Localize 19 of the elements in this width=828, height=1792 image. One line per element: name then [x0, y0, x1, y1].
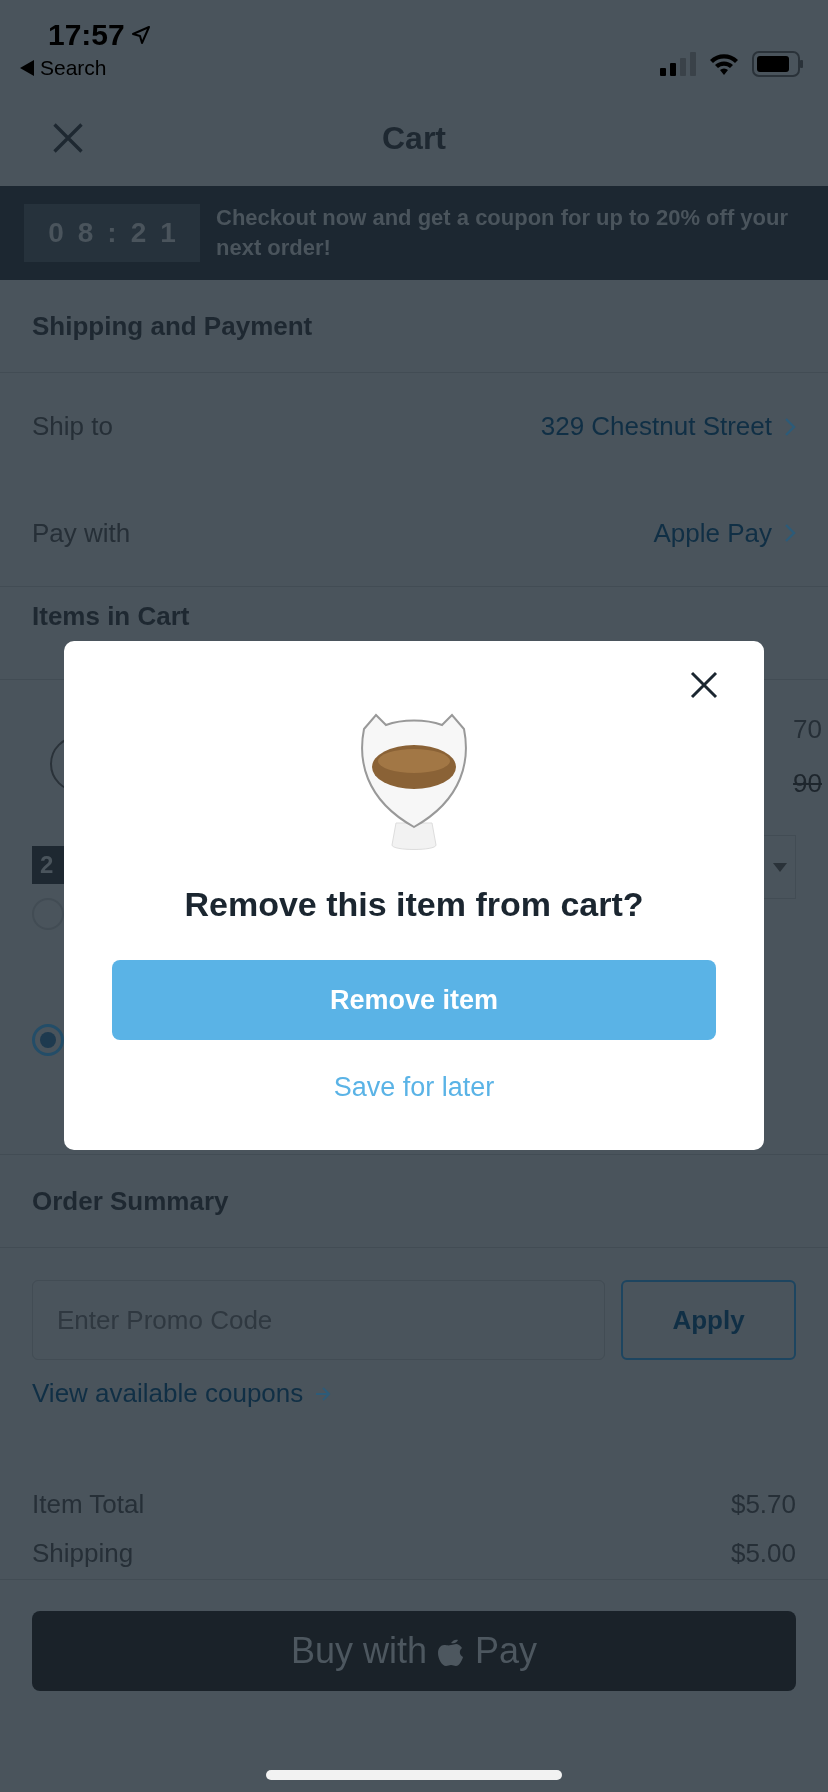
caret-icon: [773, 862, 787, 872]
close-icon: [688, 669, 720, 701]
view-coupons-link[interactable]: View available coupons: [32, 1378, 332, 1409]
location-arrow-icon: [130, 25, 151, 45]
row-value-link[interactable]: Apple Pay: [653, 517, 796, 549]
chevron-right-icon: [784, 416, 796, 437]
back-triangle-icon[interactable]: [20, 60, 34, 76]
back-to-search-link[interactable]: Search: [40, 56, 107, 80]
battery-icon: [752, 51, 804, 77]
signal-icon: [660, 52, 696, 76]
status-time: 17:57: [48, 18, 125, 52]
apply-button[interactable]: Apply: [621, 1280, 796, 1360]
save-for-later-button[interactable]: Save for later: [325, 1066, 503, 1109]
arrow-right-icon: [315, 1386, 332, 1401]
wifi-icon: [708, 52, 740, 76]
chevron-right-icon: [784, 523, 796, 543]
row-value-link[interactable]: 329 Chestnut Street: [540, 411, 796, 442]
dialog-title: Remove this item from cart?: [184, 885, 644, 924]
remove-item-button[interactable]: Remove item: [112, 960, 716, 1040]
